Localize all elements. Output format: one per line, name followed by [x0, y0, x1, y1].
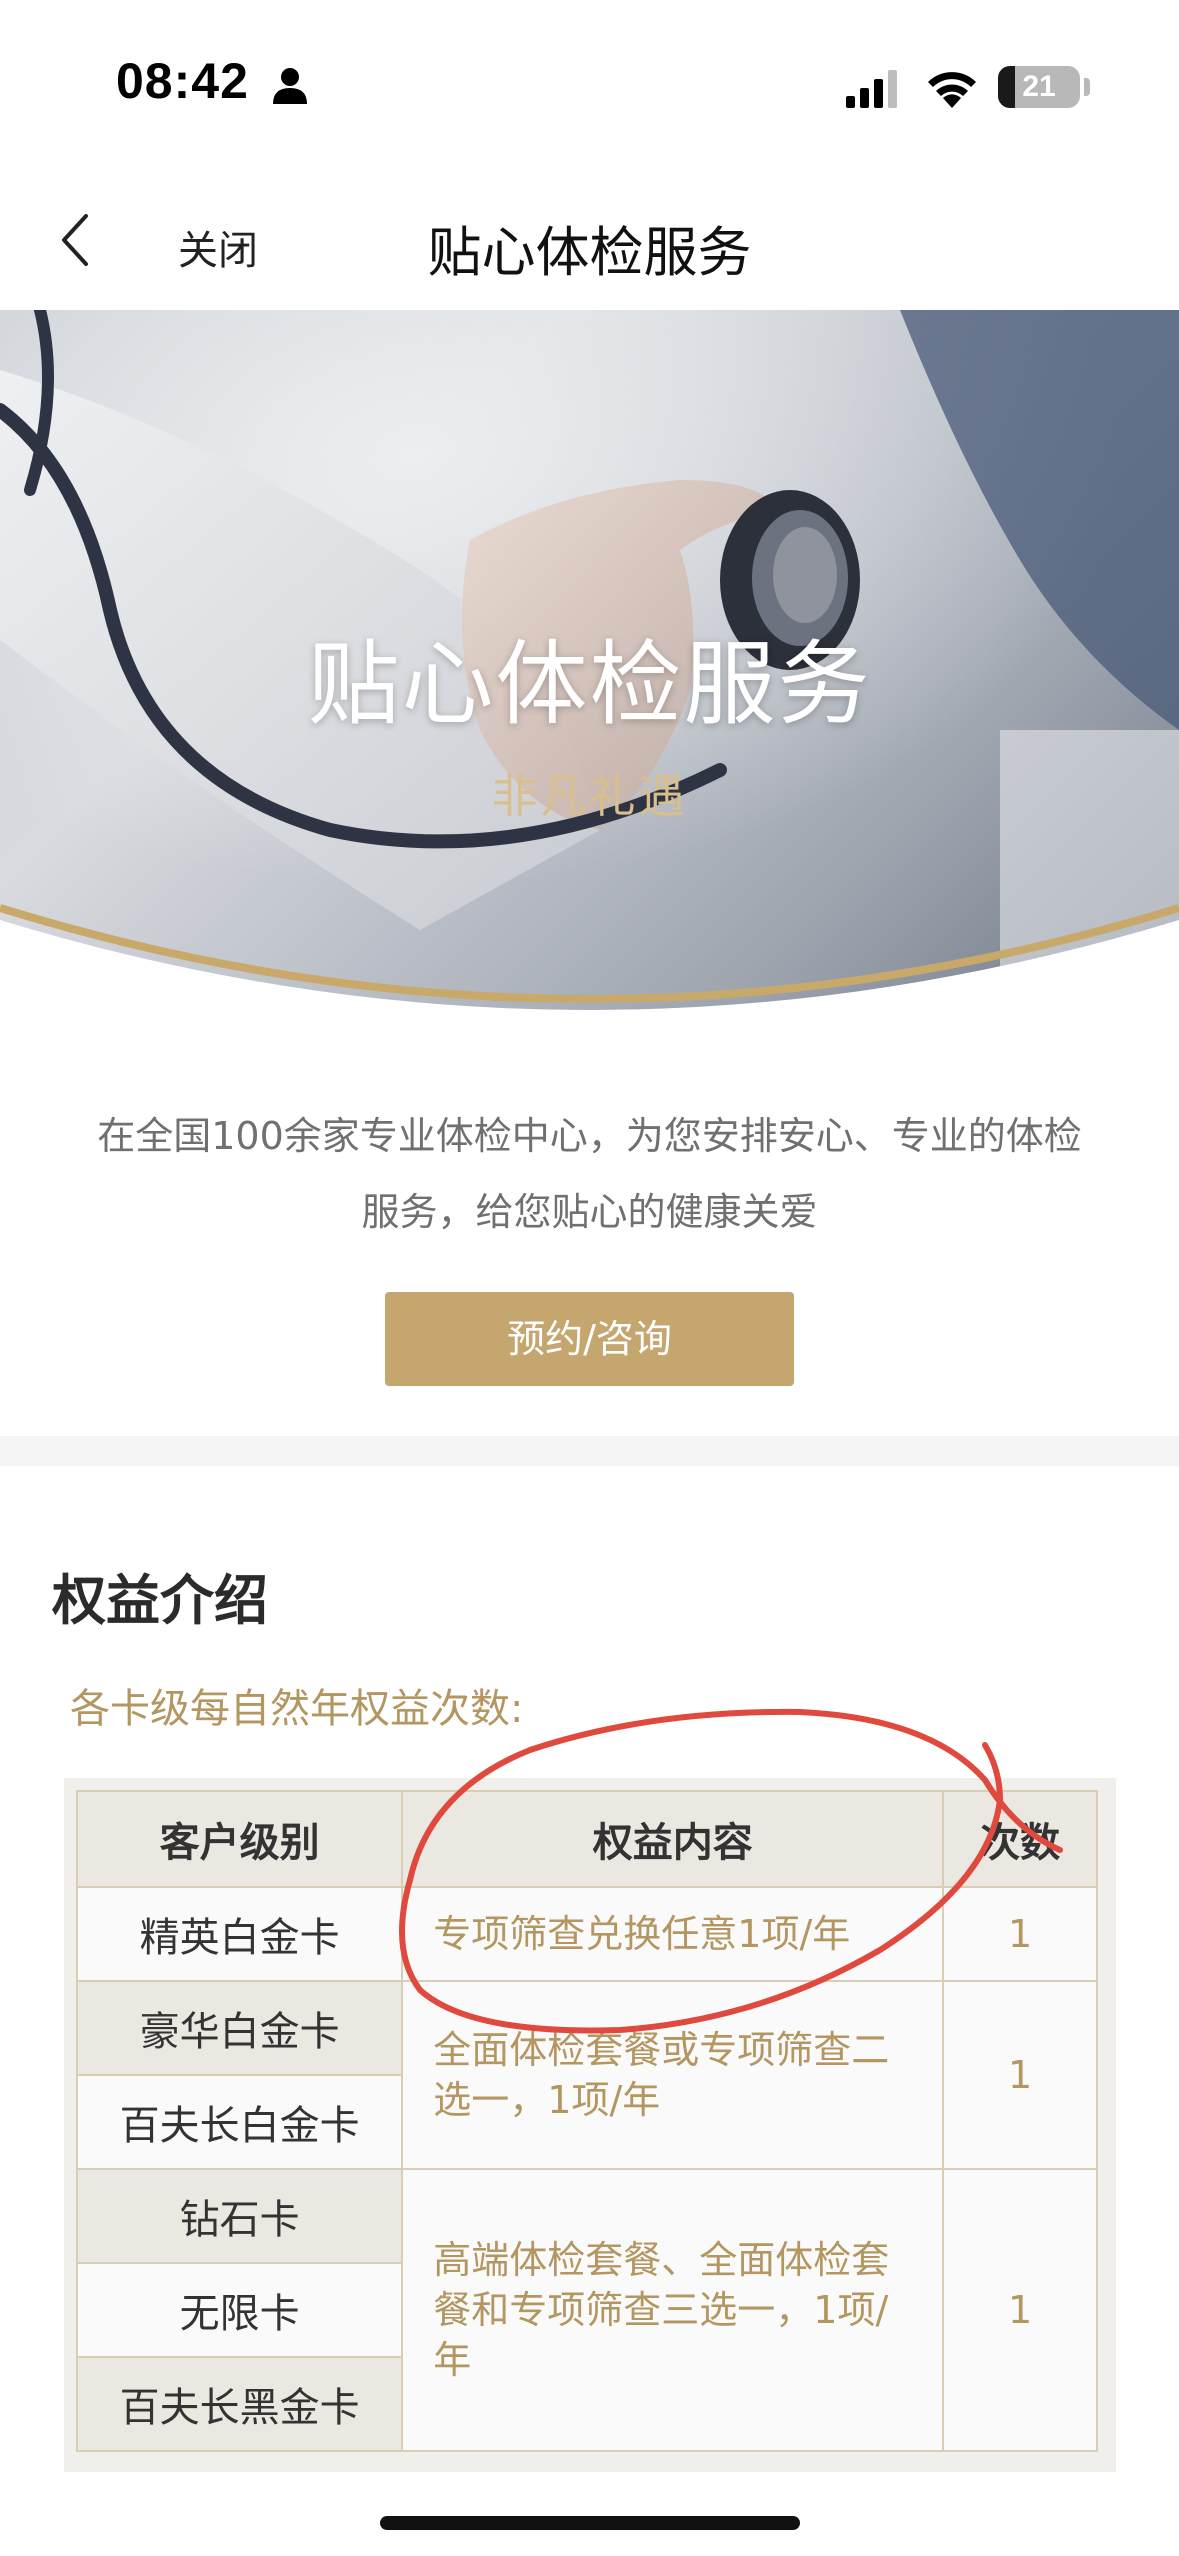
table-row: 钻石卡 高端体检套餐、全面体检套餐和专项筛查三选一，1项/年 1 — [75, 2168, 1098, 2452]
table-row: 豪华白金卡 全面体检套餐或专项筛查二选一，1项/年 1 — [75, 1980, 1098, 2170]
table-header-row: 客户级别 权益内容 次数 — [75, 1790, 1098, 1888]
content-cell: 高端体检套餐、全面体检套餐和专项筛查三选一，1项/年 — [401, 2168, 945, 2452]
level-cell: 精英白金卡 — [75, 1886, 404, 1982]
wifi-icon — [928, 72, 976, 108]
benefits-title: 权益介绍 — [52, 1569, 268, 1632]
benefits-table-container: 客户级别 权益内容 次数 精英白金卡 专项筛查兑换任意1项/年 1 豪华白金卡 … — [64, 1778, 1116, 2472]
person-icon — [273, 68, 307, 104]
hero-banner: 贴心体检服务 非凡礼遇 — [0, 310, 1179, 1030]
benefits-table: 客户级别 权益内容 次数 精英白金卡 专项筛查兑换任意1项/年 1 豪华白金卡 … — [75, 1790, 1098, 2452]
battery-percent: 21 — [1022, 70, 1056, 103]
intro-text: 在全国100余家专业体检中心，为您安排安心、专业的体检服务，给您贴心的健康关爱 — [97, 1114, 1082, 1234]
count-cell: 1 — [942, 1980, 1098, 2170]
header-count: 次数 — [942, 1790, 1098, 1888]
battery-cap — [1084, 78, 1090, 96]
count-cell: 1 — [942, 2168, 1098, 2452]
header-level: 客户级别 — [75, 1790, 404, 1888]
home-indicator[interactable] — [380, 2516, 800, 2530]
count-cell: 1 — [942, 1886, 1098, 1982]
content-cell: 专项筛查兑换任意1项/年 — [401, 1886, 945, 1982]
status-bar: 08:42 21 — [0, 0, 1179, 170]
level-cell: 百夫长白金卡 — [75, 2074, 404, 2170]
benefits-subtitle: 各卡级每自然年权益次数: — [70, 1686, 524, 1732]
level-cell: 无限卡 — [75, 2262, 404, 2358]
page-title: 贴心体检服务 — [427, 221, 752, 284]
hero-curve-decoration — [0, 904, 1179, 1030]
book-consult-button[interactable]: 预约/咨询 — [385, 1292, 794, 1386]
signal-icon — [846, 70, 897, 108]
level-cell: 钻石卡 — [75, 2168, 404, 2264]
level-cell: 百夫长黑金卡 — [75, 2356, 404, 2452]
status-time: 08:42 — [116, 53, 249, 109]
nav-bar: 关闭 贴心体检服务 — [0, 170, 1179, 310]
level-cell: 豪华白金卡 — [75, 1980, 404, 2076]
table-row: 精英白金卡 专项筛查兑换任意1项/年 1 — [75, 1886, 1098, 1982]
header-content: 权益内容 — [401, 1790, 945, 1888]
section-divider — [0, 1436, 1179, 1466]
battery-icon: 21 — [998, 66, 1080, 108]
content-cell: 全面体检套餐或专项筛查二选一，1项/年 — [401, 1980, 945, 2170]
